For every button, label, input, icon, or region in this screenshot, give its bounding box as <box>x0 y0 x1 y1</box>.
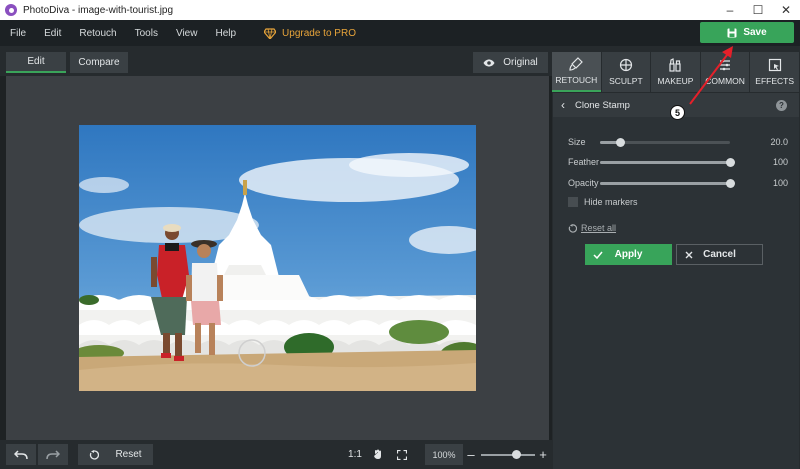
menu-edit[interactable]: Edit <box>34 28 69 39</box>
zoom-value[interactable]: 100% <box>425 444 463 465</box>
menu-help[interactable]: Help <box>205 28 244 39</box>
title-bar: PhotoDiva - image-with-tourist.jpg – ☐ ✕ <box>0 0 800 20</box>
category-tabs: RETOUCH SCULPT MAKEUP COMMON EFFECTS <box>552 52 800 92</box>
bottom-toolbar: Reset 1:1 100% – + <box>0 440 552 469</box>
apply-label: Apply <box>614 249 643 260</box>
hide-markers-checkbox[interactable]: Hide markers <box>568 197 638 207</box>
reset-icon <box>90 449 100 460</box>
upgrade-link[interactable]: Upgrade to PRO <box>264 28 356 39</box>
feather-label: Feather <box>568 157 600 167</box>
diamond-icon <box>264 27 277 39</box>
sculpt-icon <box>619 58 632 72</box>
reset-icon <box>568 223 577 233</box>
actual-size-button[interactable]: 1:1 <box>345 444 365 465</box>
checkmark-icon <box>593 251 603 259</box>
makeup-icon <box>669 58 682 72</box>
size-slider[interactable] <box>600 138 730 147</box>
hide-markers-label: Hide markers <box>584 197 638 207</box>
upgrade-label: Upgrade to PRO <box>282 27 356 39</box>
reset-all-link[interactable]: Reset all <box>568 223 616 233</box>
fit-window-button[interactable] <box>369 444 387 465</box>
expand-icon <box>397 449 407 460</box>
size-slider-row: Size 20.0 <box>568 135 788 149</box>
tab-effects[interactable]: EFFECTS <box>750 52 799 92</box>
eye-icon <box>483 59 495 66</box>
hand-pan-icon <box>374 449 381 459</box>
panel-title: Clone Stamp <box>575 99 630 111</box>
cancel-label: Cancel <box>703 249 736 260</box>
menu-file[interactable]: File <box>0 28 34 39</box>
zoom-out-button[interactable]: – <box>465 444 477 465</box>
original-label: Original <box>503 57 538 68</box>
size-label: Size <box>568 137 586 147</box>
maximize-button[interactable]: ☐ <box>744 0 772 20</box>
tab-sculpt[interactable]: SCULPT <box>601 52 651 92</box>
redo-button[interactable] <box>38 444 68 465</box>
effects-icon <box>768 58 781 72</box>
feather-value: 100 <box>772 157 788 167</box>
checkbox-box[interactable] <box>568 197 578 207</box>
brush-icon <box>569 57 584 71</box>
reset-button[interactable]: Reset <box>78 444 153 465</box>
tab-makeup-label: MAKEUP <box>657 76 694 86</box>
photo-image[interactable] <box>79 125 476 391</box>
opacity-value: 100 <box>772 178 788 188</box>
menu-retouch[interactable]: Retouch <box>69 28 124 39</box>
app-logo-icon <box>5 4 17 16</box>
back-chevron-icon[interactable]: ‹ <box>561 98 565 112</box>
tab-common-label: COMMON <box>705 76 745 86</box>
tab-common[interactable]: COMMON <box>700 52 750 92</box>
save-button[interactable]: Save <box>700 22 794 43</box>
save-label: Save <box>743 27 767 38</box>
reset-all-label: Reset all <box>581 223 617 233</box>
sliders-icon <box>720 59 731 71</box>
opacity-slider[interactable] <box>600 179 735 188</box>
size-slider-handle[interactable] <box>615 138 625 147</box>
minimize-button[interactable]: – <box>716 0 744 20</box>
apply-button[interactable]: Apply <box>585 244 672 265</box>
menu-tools[interactable]: Tools <box>125 28 166 39</box>
feather-slider-handle[interactable] <box>726 158 735 167</box>
zoom-in-button[interactable]: + <box>537 444 549 465</box>
undo-button[interactable] <box>6 444 36 465</box>
help-icon[interactable]: ? <box>776 100 787 111</box>
floppy-disk-icon <box>727 28 737 37</box>
fullscreen-button[interactable] <box>393 444 411 465</box>
reset-label: Reset <box>115 449 142 460</box>
feather-slider-row: Feather 100 <box>568 155 788 169</box>
undo-icon <box>14 449 28 459</box>
tab-edit[interactable]: Edit <box>6 52 66 73</box>
feather-slider[interactable] <box>600 158 735 167</box>
opacity-label: Opacity <box>568 178 599 188</box>
annotation-number-badge: 5 <box>670 105 685 120</box>
canvas-area[interactable] <box>6 76 549 440</box>
size-value: 20.0 <box>770 137 788 147</box>
menu-bar: File Edit Retouch Tools View Help Upgrad… <box>0 20 800 46</box>
redo-icon <box>46 449 60 459</box>
cancel-button[interactable]: Cancel <box>676 244 763 265</box>
close-button[interactable]: ✕ <box>772 0 800 20</box>
tab-compare[interactable]: Compare <box>70 52 128 73</box>
zoom-slider[interactable] <box>481 454 535 456</box>
workspace-toolbar: Edit Compare Original <box>0 46 552 76</box>
clone-stamp-panel: ‹ Clone Stamp ? Size 20.0 Feather 100 Op… <box>553 93 799 469</box>
opacity-slider-row: Opacity 100 <box>568 176 788 190</box>
original-button[interactable]: Original <box>473 52 548 73</box>
tab-retouch[interactable]: RETOUCH <box>552 52 601 92</box>
tab-sculpt-label: SCULPT <box>609 76 643 86</box>
tab-effects-label: EFFECTS <box>755 76 795 86</box>
menu-view[interactable]: View <box>166 28 206 39</box>
tab-retouch-label: RETOUCH <box>555 75 598 85</box>
tab-makeup[interactable]: MAKEUP <box>651 52 700 92</box>
close-icon <box>685 251 693 258</box>
zoom-slider-handle[interactable] <box>512 450 521 459</box>
opacity-slider-handle[interactable] <box>726 179 735 188</box>
window-title: PhotoDiva - image-with-tourist.jpg <box>23 4 174 16</box>
